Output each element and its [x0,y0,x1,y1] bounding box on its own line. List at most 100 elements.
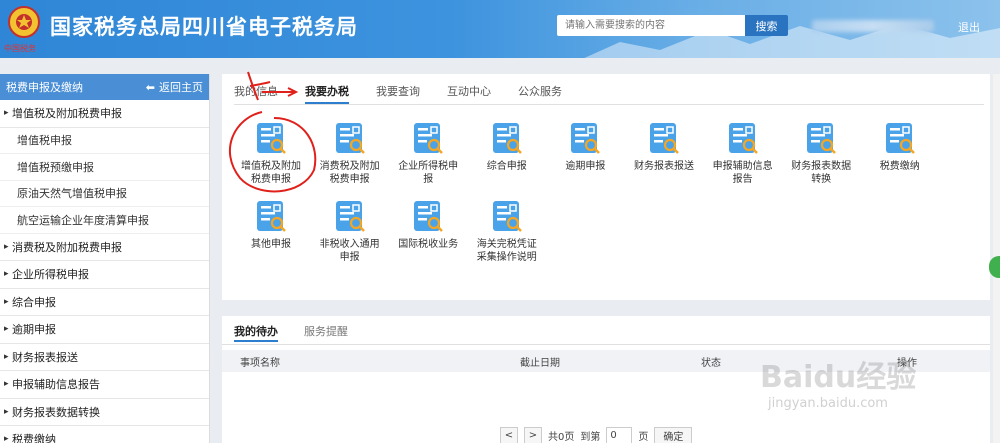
todo-tabs: 我的待办 服务提醒 [234,322,374,342]
document-search-icon [884,122,916,154]
document-search-icon [569,122,601,154]
function-label-line1: 增值税及附加 [241,161,301,172]
sidebar-group-item[interactable]: ▸ 综合申报 [0,289,209,316]
document-search-icon [491,200,523,232]
document-search-icon [255,200,287,232]
service-panel: 我的信息 我要办税 我要查询 互动中心 公众服务 增值税及附加 税费申报 消费税及附加 税费申… [222,74,990,300]
sidebar-group-label: 综合申报 [12,295,56,309]
caret-right-icon: ▸ [4,296,9,307]
caret-right-icon: ▸ [4,324,9,335]
logout-link[interactable]: 退出 [958,19,980,35]
function-tile[interactable]: 增值税及附加 税费申报 [232,122,310,186]
caret-right-icon: ▸ [4,351,9,362]
side-float-handle[interactable] [989,256,1000,278]
watermark: Baidu经验 jingyan.baidu.com [760,352,916,411]
sidebar-group-label: 增值税及附加税费申报 [12,107,122,121]
next-page-button[interactable]: > [524,427,542,443]
function-label-line1: 财务报表数据 [791,161,852,172]
function-label-line1: 财务报表报送 [634,161,694,172]
sidebar-sub-item[interactable]: 航空运输企业年度清算申报 [0,207,209,234]
document-search-icon [412,122,444,154]
document-search-icon [255,122,287,154]
sidebar-group-item[interactable]: ▸ 税费缴纳 [0,426,209,443]
sidebar-group-item[interactable]: ▸ 财务报表数据转换 [0,399,209,426]
function-tile[interactable]: 海关完税凭证 采集操作说明 [468,200,546,264]
caret-right-icon: ▸ [4,434,9,443]
sidebar: 税费申报及缴纳 ⬅ 返回主页 ▸ 增值税及附加税费申报 增值税申报 增值税预缴申报 原油… [0,74,210,443]
function-label-line1: 综合申报 [486,161,527,172]
caret-right-icon: ▸ [4,241,9,252]
todo-tab-0[interactable]: 我的待办 [234,322,278,342]
document-search-icon [727,122,759,154]
function-tile[interactable]: 财务报表数据 转换 [782,122,860,186]
page-number-input[interactable]: 0 [606,427,633,443]
function-tile[interactable]: 企业所得税申报 [389,122,467,186]
function-label-line2: 转换 [811,174,832,185]
sidebar-group-label: 申报辅助信息报告 [12,378,100,392]
sidebar-group-item[interactable]: ▸ 逾期申报 [0,316,209,344]
search-button[interactable]: 搜索 [745,15,788,36]
document-search-icon [334,122,366,154]
tab-0[interactable]: 我的信息 [234,82,278,104]
site-title: 国家税务总局四川省电子税务局 [50,15,358,39]
function-label-line1: 企业所得税申 [398,161,459,172]
function-label-line2: 报告 [732,174,753,185]
tab-2[interactable]: 我要查询 [376,82,420,104]
todo-tab-1[interactable]: 服务提醒 [304,322,348,342]
sidebar-group-label: 财务报表数据转换 [12,405,100,419]
sidebar-title: 税费申报及缴纳 [6,81,83,94]
function-label-line1: 非税收入通用 [319,239,380,250]
user-info-blurred [812,20,934,32]
watermark-subtext: jingyan.baidu.com [768,396,888,411]
sidebar-group-item[interactable]: ▸ 企业所得税申报 [0,261,209,289]
document-search-icon [805,122,837,154]
function-tile[interactable]: 其他申报 [232,200,310,251]
sidebar-group-item[interactable]: ▸ 财务报表报送 [0,344,209,371]
function-label-line2: 税费申报 [329,174,370,185]
sidebar-group-label: 企业所得税申报 [12,268,89,282]
sidebar-header: 税费申报及缴纳 ⬅ 返回主页 [0,74,209,100]
column-item-name: 事项名称 [240,357,280,369]
function-tile[interactable]: 逾期申报 [546,122,624,173]
tab-1[interactable]: 我要办税 [305,82,349,104]
search-input[interactable] [557,15,745,36]
sidebar-sub-item[interactable]: 增值税申报 [0,127,209,154]
tab-4[interactable]: 公众服务 [518,82,562,104]
sidebar-sub-item[interactable]: 增值税预缴申报 [0,154,209,181]
function-tile[interactable]: 非税收入通用 申报 [311,200,389,264]
function-label-line1: 国际税收业务 [398,239,459,250]
sidebar-group-label: 财务报表报送 [12,350,78,364]
tabs-divider [234,104,984,105]
goto-label: 到第 [580,432,601,443]
caret-right-icon: ▸ [4,379,9,390]
function-label-line2: 税费申报 [251,174,291,185]
document-search-icon [412,200,444,232]
main-tabs: 我的信息 我要办税 我要查询 互动中心 公众服务 [234,82,589,104]
function-tile[interactable]: 消费税及附加 税费申报 [311,122,389,186]
sidebar-group-item[interactable]: ▸ 消费税及附加税费申报 [0,234,209,261]
sidebar-group-label: 逾期申报 [12,323,56,337]
function-tile[interactable]: 财务报表报送 [625,122,703,173]
sidebar-group-item[interactable]: ▸ 申报辅助信息报告 [0,371,209,399]
sidebar-sub-item[interactable]: 原油天然气增值税申报 [0,180,209,207]
tax-emblem-icon [8,6,40,38]
confirm-page-button[interactable]: 确定 [654,427,693,443]
top-header: 中国税务 国家税务总局四川省电子税务局 搜索 退出 [0,0,1000,58]
function-tile[interactable]: 税费缴纳 [861,122,939,173]
prev-page-button[interactable]: < [500,427,518,443]
sidebar-group-label: 税费缴纳 [12,433,56,443]
function-label-line1: 税费缴纳 [879,161,920,172]
caret-right-icon: ▸ [4,269,9,280]
function-label-line1: 申报辅助信息 [712,161,773,172]
sidebar-group-label: 消费税及附加税费申报 [12,240,122,254]
sidebar-group-item[interactable]: ▸ 增值税及附加税费申报 [0,100,209,128]
tab-3[interactable]: 互动中心 [447,82,491,104]
function-tile[interactable]: 申报辅助信息 报告 [704,122,782,186]
back-home-link[interactable]: ⬅ 返回主页 [146,79,203,95]
back-arrow-icon: ⬅ [145,80,155,94]
function-tile[interactable]: 综合申报 [468,122,546,173]
function-label-line1: 逾期申报 [565,161,606,172]
function-tile[interactable]: 国际税收业务 [389,200,467,251]
back-home-label: 返回主页 [159,81,203,94]
total-pages: 共0页 [548,432,575,443]
